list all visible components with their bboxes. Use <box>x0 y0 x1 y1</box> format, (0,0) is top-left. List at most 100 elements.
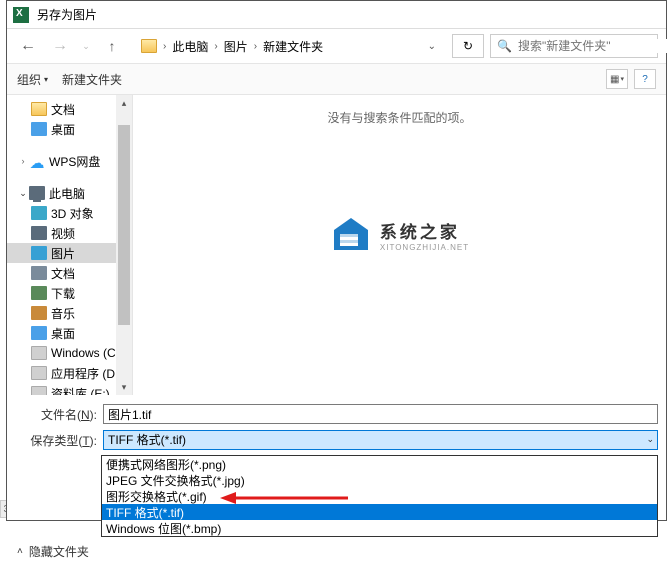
savetype-combobox[interactable]: TIFF 格式(*.tif) ⌄ <box>103 430 658 450</box>
sidebar-item[interactable]: 文档 <box>7 99 132 119</box>
breadcrumb-seg[interactable]: 新建文件夹 <box>263 38 323 55</box>
sidebar-item-label: 音乐 <box>51 305 75 322</box>
drive-icon <box>31 346 47 360</box>
filename-input[interactable] <box>103 404 658 424</box>
sidebar-item-label: 下载 <box>51 285 75 302</box>
filename-label: 文件名(N): <box>15 406 103 423</box>
nav-up-button[interactable]: ↑ <box>99 33 125 59</box>
breadcrumb-seg[interactable]: 此电脑 <box>172 38 208 55</box>
sidebar-item-label: WPS网盘 <box>49 153 100 170</box>
sidebar-item-label: Windows (C:) <box>51 346 123 360</box>
hide-folders-toggle[interactable]: ˄ 隐藏文件夹 <box>17 543 89 560</box>
sidebar-item[interactable]: 应用程序 (D:) <box>7 363 132 383</box>
chevron-right-icon: › <box>254 41 257 52</box>
scroll-up-icon[interactable]: ▴ <box>116 95 132 111</box>
breadcrumb[interactable]: › 此电脑 › 图片 › 新建文件夹 ⌄ <box>135 34 442 58</box>
scrollbar-thumb[interactable] <box>118 125 130 325</box>
chevron-down-icon: ▾ <box>44 75 48 84</box>
dropdown-item[interactable]: 便携式网络图形(*.png) <box>102 456 657 472</box>
sidebar-item[interactable]: 音乐 <box>7 303 132 323</box>
chevron-up-icon: ˄ <box>17 546 23 557</box>
sidebar-item-label: 3D 对象 <box>51 205 94 222</box>
sidebar-item-label: 资料库 (E:) <box>51 385 110 396</box>
doc-icon <box>31 266 47 280</box>
dropdown-item[interactable]: JPEG 文件交换格式(*.jpg) <box>102 472 657 488</box>
sidebar-item[interactable]: 桌面 <box>7 323 132 343</box>
new-folder-button[interactable]: 新建文件夹 <box>62 71 122 88</box>
sidebar-item-label: 此电脑 <box>49 185 85 202</box>
refresh-icon: ↻ <box>463 39 473 53</box>
sidebar-item[interactable]: 资料库 (E:) <box>7 383 132 395</box>
view-icon: ▦ <box>610 74 619 85</box>
sidebar-item[interactable]: 图片 <box>7 243 132 263</box>
organize-menu[interactable]: 组织▾ <box>17 71 48 88</box>
form-area: 文件名(N): 保存类型(T): TIFF 格式(*.tif) ⌄ 便携式网络图… <box>7 395 666 537</box>
chevron-right-icon: › <box>214 41 217 52</box>
arrow-right-icon: → <box>52 37 68 55</box>
chevron-down-icon: ⌄ <box>82 41 90 52</box>
watermark-subtitle: XITONGZHIJIA.NET <box>380 243 469 252</box>
sidebar-tree: 文档桌面›☁WPS网盘⌄此电脑3D 对象视频图片文档下载音乐桌面Windows … <box>7 95 133 395</box>
file-list-area[interactable]: 没有与搜索条件匹配的项。 系统之家 XITONGZHIJIA.NET <box>133 95 666 395</box>
nav-recent-button[interactable]: ⌄ <box>79 33 93 59</box>
arrow-left-icon: ← <box>20 37 36 55</box>
sidebar-item-label: 应用程序 (D:) <box>51 365 122 382</box>
pic-icon <box>31 246 47 260</box>
sidebar-item[interactable]: 下载 <box>7 283 132 303</box>
sidebar-item[interactable]: 3D 对象 <box>7 203 132 223</box>
nav-bar: ← → ⌄ ↑ › 此电脑 › 图片 › 新建文件夹 ⌄ ↻ 🔍 <box>7 29 666 63</box>
desktop-icon <box>31 122 47 136</box>
sidebar-item-label: 视频 <box>51 225 75 242</box>
scroll-down-icon[interactable]: ▾ <box>116 379 132 395</box>
arrow-up-icon: ↑ <box>109 38 116 54</box>
video-icon <box>31 226 47 240</box>
folder-icon <box>31 102 47 116</box>
cloud-icon: ☁ <box>29 154 45 168</box>
titlebar: 另存为图片 <box>7 1 666 29</box>
tree-chevron-icon[interactable]: › <box>17 156 29 166</box>
chevron-down-icon[interactable]: ⌄ <box>428 41 436 52</box>
sidebar-item[interactable]: ⌄ 此电脑 <box>7 183 132 203</box>
breadcrumb-seg[interactable]: 图片 <box>224 38 248 55</box>
sidebar-item[interactable]: 视频 <box>7 223 132 243</box>
search-input[interactable] <box>518 39 669 53</box>
dialog-title: 另存为图片 <box>37 6 97 23</box>
view-mode-button[interactable]: ▦▾ <box>606 69 628 89</box>
drive-icon <box>31 386 47 395</box>
help-button[interactable]: ? <box>634 69 656 89</box>
dropdown-item[interactable]: TIFF 格式(*.tif) <box>102 504 657 520</box>
sidebar-item[interactable]: Windows (C:) <box>7 343 132 363</box>
search-icon: 🔍 <box>497 39 512 53</box>
desktop-icon <box>31 326 47 340</box>
tree-chevron-icon[interactable]: ⌄ <box>17 188 29 199</box>
sidebar-item-label: 文档 <box>51 101 75 118</box>
down-icon <box>31 286 47 300</box>
chevron-down-icon: ⌄ <box>646 434 654 445</box>
sidebar-item[interactable]: 桌面 <box>7 119 132 139</box>
sidebar-item[interactable]: ›☁ WPS网盘 <box>7 151 132 171</box>
sidebar-item-label: 文档 <box>51 265 75 282</box>
refresh-button[interactable]: ↻ <box>452 34 484 58</box>
sidebar-item[interactable]: 文档 <box>7 263 132 283</box>
save-as-dialog: 另存为图片 ← → ⌄ ↑ › 此电脑 › 图片 › 新建文件夹 ⌄ ↻ 🔍 组… <box>6 0 667 521</box>
empty-message: 没有与搜索条件匹配的项。 <box>327 109 471 126</box>
folder-icon <box>141 39 157 53</box>
dropdown-item[interactable]: 图形交换格式(*.gif) <box>102 488 657 504</box>
search-box[interactable]: 🔍 <box>490 34 658 58</box>
nav-back-button[interactable]: ← <box>15 33 41 59</box>
dropdown-item[interactable]: Windows 位图(*.bmp) <box>102 520 657 536</box>
help-icon: ? <box>642 74 648 85</box>
nav-forward-button[interactable]: → <box>47 33 73 59</box>
toolbar: 组织▾ 新建文件夹 ▦▾ ? <box>7 63 666 95</box>
pc-icon <box>29 186 45 200</box>
app-icon <box>13 7 29 23</box>
savetype-label: 保存类型(T): <box>15 432 103 449</box>
sidebar-item-label: 桌面 <box>51 325 75 342</box>
chevron-right-icon: › <box>163 41 166 52</box>
dialog-footer: ˄ 隐藏文件夹 <box>7 537 666 566</box>
sidebar-item-label: 图片 <box>51 245 75 262</box>
watermark: 系统之家 XITONGZHIJIA.NET <box>330 216 469 254</box>
savetype-dropdown: 便携式网络图形(*.png)JPEG 文件交换格式(*.jpg)图形交换格式(*… <box>101 455 658 537</box>
sidebar-item-label: 桌面 <box>51 121 75 138</box>
sidebar-scrollbar[interactable]: ▴▾ <box>116 95 132 395</box>
